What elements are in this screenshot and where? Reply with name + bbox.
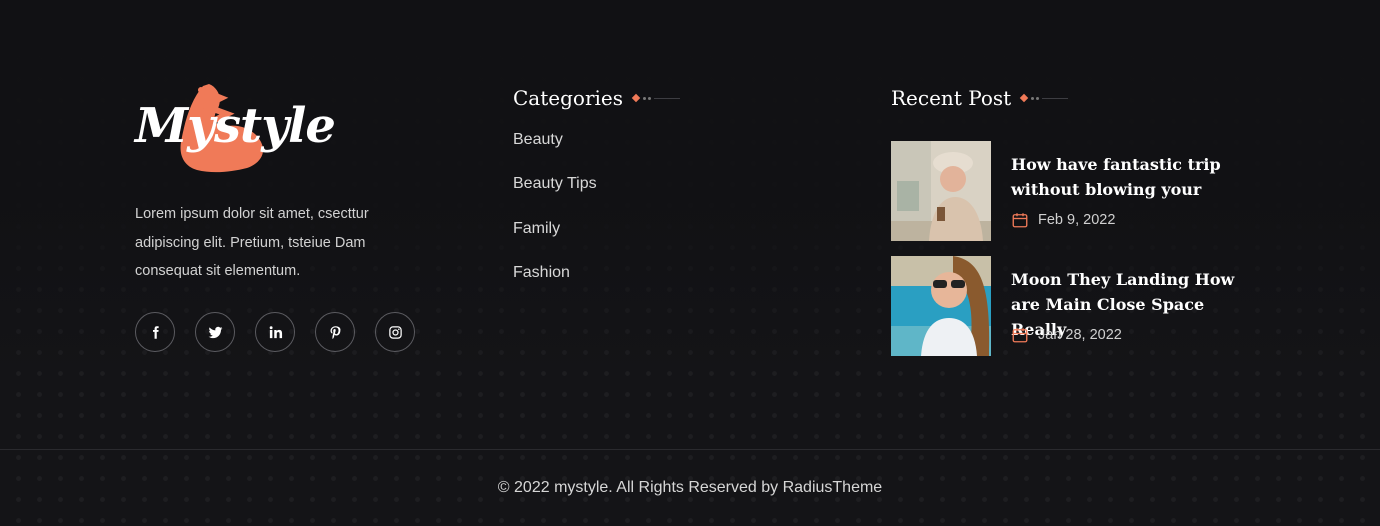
recent-posts-title: Recent Post xyxy=(891,86,1012,110)
post-date: Feb 9, 2022 xyxy=(1011,211,1115,229)
twitter-icon xyxy=(208,326,222,338)
post-date-text: Jan 28, 2022 xyxy=(1038,327,1122,343)
pinterest-icon xyxy=(330,325,340,339)
title-decoration xyxy=(1019,93,1069,103)
copyright-text: © 2022 mystyle. All Rights Reserved by R… xyxy=(497,479,883,496)
category-link-fashion[interactable]: Fashion xyxy=(513,263,773,307)
category-link-family[interactable]: Family xyxy=(513,219,773,263)
facebook-button[interactable] xyxy=(135,312,175,352)
brand-description: Lorem ipsum dolor sit amet, csecttur adi… xyxy=(135,206,369,279)
post-date-text: Feb 9, 2022 xyxy=(1038,212,1116,228)
post-image xyxy=(891,141,991,241)
category-link-beauty-tips[interactable]: Beauty Tips xyxy=(513,174,773,218)
recent-post-item: Moon They Landing How are Main Close Spa… xyxy=(891,256,1251,356)
category-link-beauty[interactable]: Beauty xyxy=(513,130,773,174)
calendar-icon xyxy=(1012,213,1028,228)
categories-list: Beauty Beauty Tips Family Fashion xyxy=(513,130,773,307)
site-logo[interactable]: Mystyle xyxy=(135,80,345,180)
logo-text: Mystyle xyxy=(135,98,336,154)
site-footer: Mystyle Lorem ipsum dolor sit amet, csec… xyxy=(0,0,1380,449)
recent-posts-heading: Recent Post xyxy=(891,86,1251,110)
twitter-button[interactable] xyxy=(195,312,235,352)
recent-post-item: How have fantastic trip without blowing … xyxy=(891,141,1251,241)
post-title-link[interactable]: How have fantastic trip without blowing … xyxy=(1011,152,1251,202)
pinterest-button[interactable] xyxy=(315,312,355,352)
instagram-icon xyxy=(388,325,402,339)
categories-title: Categories xyxy=(513,86,623,110)
calendar-icon xyxy=(1012,328,1028,343)
linkedin-button[interactable] xyxy=(255,312,295,352)
title-decoration xyxy=(631,93,680,103)
post-date: Jan 28, 2022 xyxy=(1011,326,1122,344)
recent-posts-widget: Recent Post How have fantastic trip with xyxy=(891,86,1251,356)
categories-widget: Categories Beauty Beauty Tips Family Fas… xyxy=(513,86,773,307)
linkedin-icon xyxy=(269,325,282,338)
footer-divider xyxy=(0,449,1380,450)
post-thumbnail[interactable] xyxy=(891,141,991,241)
post-image xyxy=(891,256,991,356)
social-links xyxy=(135,312,415,352)
footer-brand: Mystyle Lorem ipsum dolor sit amet, csec… xyxy=(135,80,435,352)
post-thumbnail[interactable] xyxy=(891,256,991,356)
categories-heading: Categories xyxy=(513,86,773,110)
instagram-button[interactable] xyxy=(375,312,415,352)
facebook-icon xyxy=(152,325,159,339)
